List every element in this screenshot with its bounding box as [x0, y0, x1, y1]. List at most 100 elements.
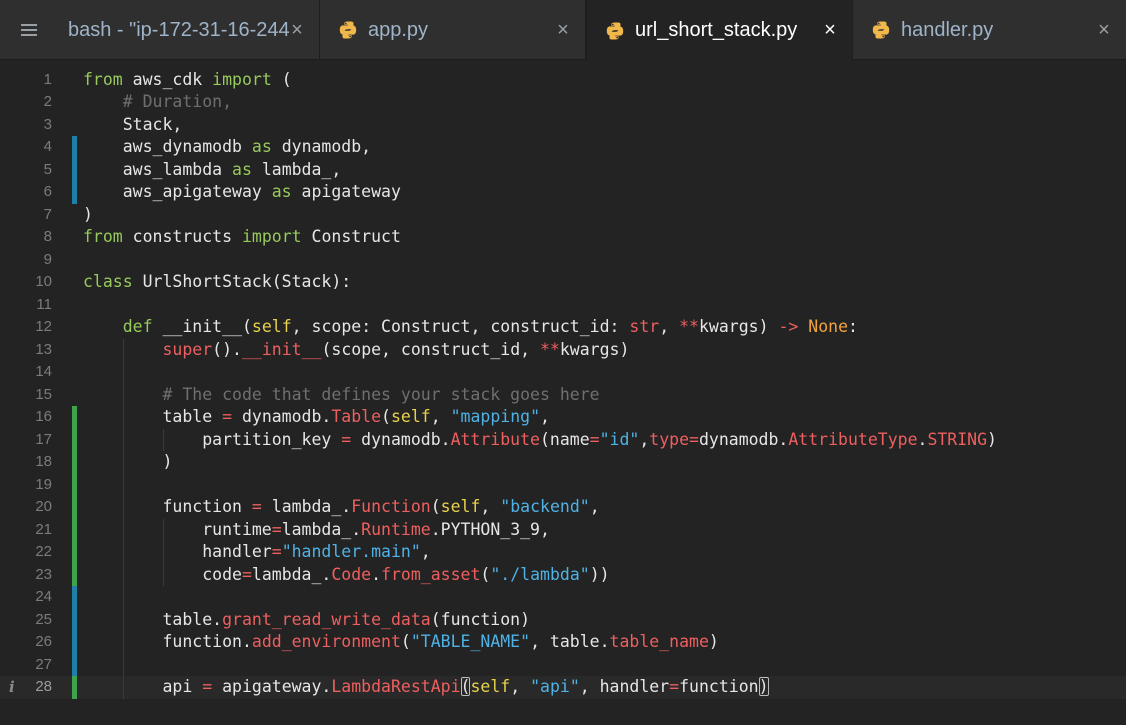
- line-number: 16: [35, 408, 52, 425]
- git-change-marker: [72, 496, 77, 519]
- code-line[interactable]: 17 partition_key = dynamodb.Attribute(na…: [0, 428, 1126, 451]
- code-token: dynamodb,: [271, 137, 372, 156]
- code-token: # Duration,: [122, 92, 233, 111]
- code-text: # The code that defines your stack goes …: [83, 384, 599, 407]
- code-line[interactable]: 10 class UrlShortStack(Stack):: [0, 271, 1126, 294]
- close-icon[interactable]: ×: [553, 20, 573, 40]
- code-line[interactable]: 1 from aws_cdk import (: [0, 69, 1126, 92]
- code-token: =: [271, 542, 282, 561]
- line-number: 6: [43, 183, 52, 200]
- code-line[interactable]: 14: [0, 361, 1126, 384]
- code-token: "mapping": [450, 407, 540, 426]
- code-line[interactable]: 4 aws_dynamodb as dynamodb,: [0, 136, 1126, 159]
- code-token: aws_lambda: [83, 159, 233, 179]
- git-change-marker: [72, 158, 77, 181]
- code-token: ().: [212, 339, 242, 359]
- line-number: 3: [43, 115, 52, 133]
- code-token: apigateway.: [212, 677, 332, 696]
- code-editor[interactable]: 1 from aws_cdk import (2 # Duration, 3 Sta…: [0, 61, 1126, 725]
- code-line[interactable]: 7): [0, 204, 1126, 227]
- code-line[interactable]: 3 Stack,: [0, 114, 1126, 137]
- code-token: table.: [83, 609, 223, 629]
- code-token: )): [589, 564, 610, 584]
- code-text: from aws_cdk import (: [83, 69, 292, 92]
- code-line[interactable]: 24: [0, 586, 1126, 609]
- line-number: 27: [35, 655, 52, 673]
- line-number: 25: [35, 610, 52, 628]
- line-number: 28: [35, 678, 52, 695]
- code-line[interactable]: 2 # Duration,: [0, 91, 1126, 114]
- code-text: class UrlShortStack(Stack):: [83, 271, 351, 294]
- code-token: __init__(: [152, 317, 252, 336]
- close-icon[interactable]: ×: [820, 20, 840, 40]
- code-text: super().__init__(scope, construct_id, **…: [83, 339, 629, 362]
- code-token: function.: [83, 632, 252, 651]
- code-token: aws_cdk: [122, 69, 213, 89]
- code-text: runtime=lambda_.Runtime.PYTHON_3_9,: [83, 519, 550, 542]
- code-token: .: [371, 564, 382, 584]
- code-line[interactable]: 27: [0, 653, 1126, 676]
- code-line[interactable]: 13 super().__init__(scope, construct_id,…: [0, 339, 1126, 362]
- code-line[interactable]: 22 handler="handler.main",: [0, 541, 1126, 564]
- code-text: aws_apigateway as apigateway: [83, 181, 401, 204]
- code-line[interactable]: 9: [0, 249, 1126, 272]
- git-change-marker: [72, 541, 77, 564]
- code-line[interactable]: 19: [0, 473, 1126, 496]
- line-number: 21: [35, 520, 52, 538]
- code-line[interactable]: 25 table.grant_read_write_data(function): [0, 608, 1126, 631]
- tab-label: app.py: [368, 18, 429, 41]
- code-line[interactable]: 15 # The code that defines your stack go…: [0, 384, 1126, 407]
- code-token: ,: [510, 677, 531, 696]
- indent-guide: [163, 428, 164, 451]
- code-token: Code: [331, 564, 372, 584]
- code-token: =: [251, 497, 262, 516]
- code-line[interactable]: 16 table = dynamodb.Table(self, "mapping…: [0, 406, 1126, 429]
- code-token: constructs: [122, 227, 242, 246]
- code-line[interactable]: 8 from constructs import Construct: [0, 226, 1126, 249]
- code-line[interactable]: 12 def __init__(self, scope: Construct, …: [0, 316, 1126, 339]
- tab-app-py[interactable]: app.py ×: [320, 0, 586, 60]
- code-token: (scope, construct_id,: [321, 339, 540, 359]
- tab-bash[interactable]: bash - "ip-172-31-16-244. ×: [58, 0, 320, 60]
- code-line[interactable]: 6 aws_apigateway as apigateway: [0, 181, 1126, 204]
- code-token: table: [83, 407, 223, 426]
- code-token: , scope: Construct, construct_id:: [291, 317, 630, 336]
- code-token: Attribute: [450, 429, 540, 449]
- close-icon[interactable]: ×: [1094, 20, 1114, 40]
- code-line[interactable]: 23 code=lambda_.Code.from_asset("./lambd…: [0, 563, 1126, 586]
- code-text: table = dynamodb.Table(self, "mapping",: [83, 406, 549, 429]
- code-line[interactable]: 5 aws_lambda as lambda_,: [0, 158, 1126, 181]
- code-token: dynamodb.: [351, 429, 451, 449]
- line-number: 12: [35, 318, 52, 335]
- info-icon[interactable]: i: [9, 676, 15, 699]
- code-token: ): [708, 632, 719, 651]
- tab-url-short-stack-py[interactable]: url_short_stack.py ×: [586, 0, 853, 61]
- code-line[interactable]: 11: [0, 294, 1126, 317]
- code-token: Construct: [301, 227, 401, 246]
- code-token: =: [341, 429, 352, 449]
- code-token: "TABLE_NAME": [410, 632, 531, 651]
- code-line[interactable]: 28 i api = apigateway.LambdaRestApi(self,…: [0, 676, 1126, 699]
- code-token: (: [400, 632, 411, 651]
- code-token: add_environment: [251, 632, 401, 651]
- code-token: (name: [539, 429, 590, 449]
- menu-button[interactable]: [0, 0, 58, 60]
- git-change-marker: [72, 181, 77, 204]
- tab-label: handler.py: [901, 18, 994, 41]
- code-line[interactable]: 18 ): [0, 451, 1126, 474]
- close-icon[interactable]: ×: [287, 20, 307, 40]
- git-change-marker: [72, 136, 77, 159]
- code-line[interactable]: 26 function.add_environment("TABLE_NAME"…: [0, 631, 1126, 654]
- code-line[interactable]: 20 function = lambda_.Function(self, "ba…: [0, 496, 1126, 519]
- line-number: 9: [43, 250, 52, 268]
- code-token: Function: [351, 497, 431, 516]
- tab-handler-py[interactable]: handler.py ×: [853, 0, 1126, 60]
- code-token: type: [649, 429, 690, 449]
- code-line[interactable]: 21 runtime=lambda_.Runtime.PYTHON_3_9,: [0, 518, 1126, 542]
- code-text: from constructs import Construct: [83, 226, 401, 249]
- code-token: lambda_.: [281, 519, 362, 539]
- code-token: self: [390, 407, 431, 426]
- code-token: ): [987, 429, 997, 449]
- code-token: ,: [659, 317, 680, 336]
